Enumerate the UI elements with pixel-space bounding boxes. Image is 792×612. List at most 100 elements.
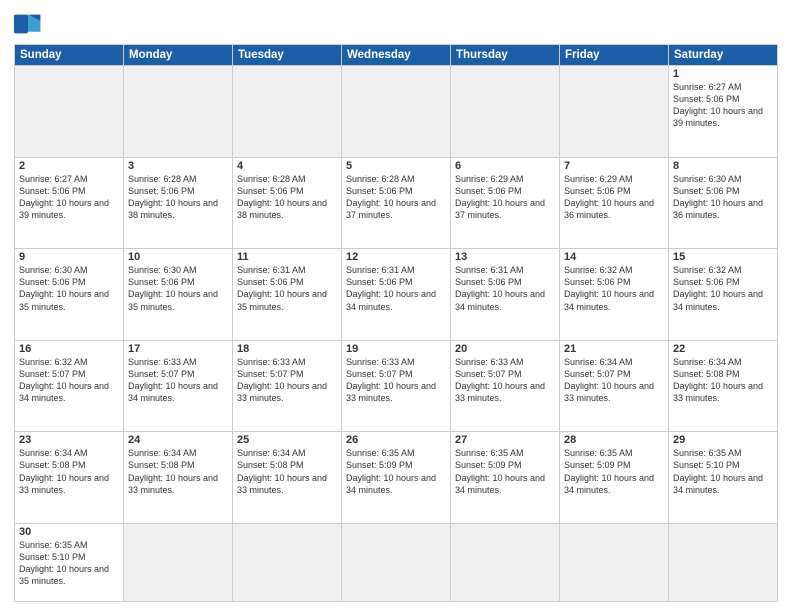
calendar-cell: 24Sunrise: 6:34 AM Sunset: 5:08 PM Dayli…: [124, 432, 233, 524]
calendar-week-row: 1Sunrise: 6:27 AM Sunset: 5:06 PM Daylig…: [15, 66, 778, 158]
calendar-cell: [451, 66, 560, 158]
day-number: 1: [673, 68, 773, 80]
page: SundayMondayTuesdayWednesdayThursdayFrid…: [0, 0, 792, 612]
day-number: 24: [128, 434, 228, 446]
day-number: 16: [19, 343, 119, 355]
calendar-cell: 22Sunrise: 6:34 AM Sunset: 5:08 PM Dayli…: [669, 340, 778, 432]
day-number: 19: [346, 343, 446, 355]
calendar-cell: 3Sunrise: 6:28 AM Sunset: 5:06 PM Daylig…: [124, 157, 233, 249]
day-info: Sunrise: 6:30 AM Sunset: 5:06 PM Dayligh…: [19, 264, 119, 313]
day-info: Sunrise: 6:34 AM Sunset: 5:07 PM Dayligh…: [564, 356, 664, 405]
calendar-cell: [124, 66, 233, 158]
day-number: 22: [673, 343, 773, 355]
calendar-cell: 20Sunrise: 6:33 AM Sunset: 5:07 PM Dayli…: [451, 340, 560, 432]
calendar-cell: [233, 523, 342, 601]
calendar-cell: 11Sunrise: 6:31 AM Sunset: 5:06 PM Dayli…: [233, 249, 342, 341]
calendar-table: SundayMondayTuesdayWednesdayThursdayFrid…: [14, 44, 778, 602]
day-info: Sunrise: 6:34 AM Sunset: 5:08 PM Dayligh…: [128, 447, 228, 496]
calendar-cell: 29Sunrise: 6:35 AM Sunset: 5:10 PM Dayli…: [669, 432, 778, 524]
day-number: 21: [564, 343, 664, 355]
weekday-header-sunday: Sunday: [15, 45, 124, 66]
weekday-header-saturday: Saturday: [669, 45, 778, 66]
calendar-cell: 6Sunrise: 6:29 AM Sunset: 5:06 PM Daylig…: [451, 157, 560, 249]
calendar-cell: 14Sunrise: 6:32 AM Sunset: 5:06 PM Dayli…: [560, 249, 669, 341]
day-info: Sunrise: 6:30 AM Sunset: 5:06 PM Dayligh…: [673, 173, 773, 222]
day-info: Sunrise: 6:31 AM Sunset: 5:06 PM Dayligh…: [237, 264, 337, 313]
day-info: Sunrise: 6:33 AM Sunset: 5:07 PM Dayligh…: [455, 356, 555, 405]
weekday-header-row: SundayMondayTuesdayWednesdayThursdayFrid…: [15, 45, 778, 66]
day-number: 20: [455, 343, 555, 355]
calendar-cell: 19Sunrise: 6:33 AM Sunset: 5:07 PM Dayli…: [342, 340, 451, 432]
day-info: Sunrise: 6:27 AM Sunset: 5:06 PM Dayligh…: [673, 81, 773, 130]
weekday-header-wednesday: Wednesday: [342, 45, 451, 66]
weekday-header-tuesday: Tuesday: [233, 45, 342, 66]
day-info: Sunrise: 6:32 AM Sunset: 5:06 PM Dayligh…: [564, 264, 664, 313]
day-info: Sunrise: 6:33 AM Sunset: 5:07 PM Dayligh…: [237, 356, 337, 405]
day-info: Sunrise: 6:28 AM Sunset: 5:06 PM Dayligh…: [346, 173, 446, 222]
calendar-cell: 27Sunrise: 6:35 AM Sunset: 5:09 PM Dayli…: [451, 432, 560, 524]
day-number: 15: [673, 251, 773, 263]
calendar-cell: 30Sunrise: 6:35 AM Sunset: 5:10 PM Dayli…: [15, 523, 124, 601]
day-info: Sunrise: 6:30 AM Sunset: 5:06 PM Dayligh…: [128, 264, 228, 313]
day-number: 2: [19, 160, 119, 172]
day-number: 17: [128, 343, 228, 355]
day-number: 10: [128, 251, 228, 263]
day-number: 7: [564, 160, 664, 172]
day-number: 6: [455, 160, 555, 172]
calendar-cell: 2Sunrise: 6:27 AM Sunset: 5:06 PM Daylig…: [15, 157, 124, 249]
calendar-cell: 12Sunrise: 6:31 AM Sunset: 5:06 PM Dayli…: [342, 249, 451, 341]
day-info: Sunrise: 6:27 AM Sunset: 5:06 PM Dayligh…: [19, 173, 119, 222]
day-number: 11: [237, 251, 337, 263]
weekday-header-monday: Monday: [124, 45, 233, 66]
day-number: 12: [346, 251, 446, 263]
day-info: Sunrise: 6:28 AM Sunset: 5:06 PM Dayligh…: [128, 173, 228, 222]
calendar-cell: [124, 523, 233, 601]
day-info: Sunrise: 6:35 AM Sunset: 5:10 PM Dayligh…: [19, 539, 119, 588]
day-info: Sunrise: 6:35 AM Sunset: 5:10 PM Dayligh…: [673, 447, 773, 496]
calendar-cell: 18Sunrise: 6:33 AM Sunset: 5:07 PM Dayli…: [233, 340, 342, 432]
calendar-week-row: 16Sunrise: 6:32 AM Sunset: 5:07 PM Dayli…: [15, 340, 778, 432]
calendar-cell: 10Sunrise: 6:30 AM Sunset: 5:06 PM Dayli…: [124, 249, 233, 341]
day-number: 9: [19, 251, 119, 263]
calendar-cell: [669, 523, 778, 601]
weekday-header-thursday: Thursday: [451, 45, 560, 66]
day-info: Sunrise: 6:33 AM Sunset: 5:07 PM Dayligh…: [346, 356, 446, 405]
day-number: 18: [237, 343, 337, 355]
calendar-cell: 25Sunrise: 6:34 AM Sunset: 5:08 PM Dayli…: [233, 432, 342, 524]
calendar-cell: 5Sunrise: 6:28 AM Sunset: 5:06 PM Daylig…: [342, 157, 451, 249]
day-number: 29: [673, 434, 773, 446]
day-number: 27: [455, 434, 555, 446]
day-info: Sunrise: 6:28 AM Sunset: 5:06 PM Dayligh…: [237, 173, 337, 222]
calendar-cell: [233, 66, 342, 158]
calendar-cell: 1Sunrise: 6:27 AM Sunset: 5:06 PM Daylig…: [669, 66, 778, 158]
day-number: 30: [19, 526, 119, 538]
day-info: Sunrise: 6:31 AM Sunset: 5:06 PM Dayligh…: [346, 264, 446, 313]
weekday-header-friday: Friday: [560, 45, 669, 66]
generalblue-logo-icon: [14, 10, 42, 38]
day-number: 8: [673, 160, 773, 172]
calendar-cell: 4Sunrise: 6:28 AM Sunset: 5:06 PM Daylig…: [233, 157, 342, 249]
calendar-cell: 13Sunrise: 6:31 AM Sunset: 5:06 PM Dayli…: [451, 249, 560, 341]
calendar-cell: 7Sunrise: 6:29 AM Sunset: 5:06 PM Daylig…: [560, 157, 669, 249]
day-number: 5: [346, 160, 446, 172]
calendar-week-row: 2Sunrise: 6:27 AM Sunset: 5:06 PM Daylig…: [15, 157, 778, 249]
calendar-cell: [451, 523, 560, 601]
day-info: Sunrise: 6:34 AM Sunset: 5:08 PM Dayligh…: [237, 447, 337, 496]
calendar-cell: 17Sunrise: 6:33 AM Sunset: 5:07 PM Dayli…: [124, 340, 233, 432]
calendar-cell: 23Sunrise: 6:34 AM Sunset: 5:08 PM Dayli…: [15, 432, 124, 524]
calendar-week-row: 9Sunrise: 6:30 AM Sunset: 5:06 PM Daylig…: [15, 249, 778, 341]
day-info: Sunrise: 6:35 AM Sunset: 5:09 PM Dayligh…: [455, 447, 555, 496]
day-number: 14: [564, 251, 664, 263]
calendar-cell: [560, 523, 669, 601]
day-number: 3: [128, 160, 228, 172]
day-info: Sunrise: 6:31 AM Sunset: 5:06 PM Dayligh…: [455, 264, 555, 313]
calendar-cell: [15, 66, 124, 158]
day-info: Sunrise: 6:33 AM Sunset: 5:07 PM Dayligh…: [128, 356, 228, 405]
day-number: 4: [237, 160, 337, 172]
day-number: 13: [455, 251, 555, 263]
calendar-cell: 8Sunrise: 6:30 AM Sunset: 5:06 PM Daylig…: [669, 157, 778, 249]
calendar-cell: [342, 66, 451, 158]
day-number: 28: [564, 434, 664, 446]
calendar-cell: 9Sunrise: 6:30 AM Sunset: 5:06 PM Daylig…: [15, 249, 124, 341]
calendar-cell: [560, 66, 669, 158]
